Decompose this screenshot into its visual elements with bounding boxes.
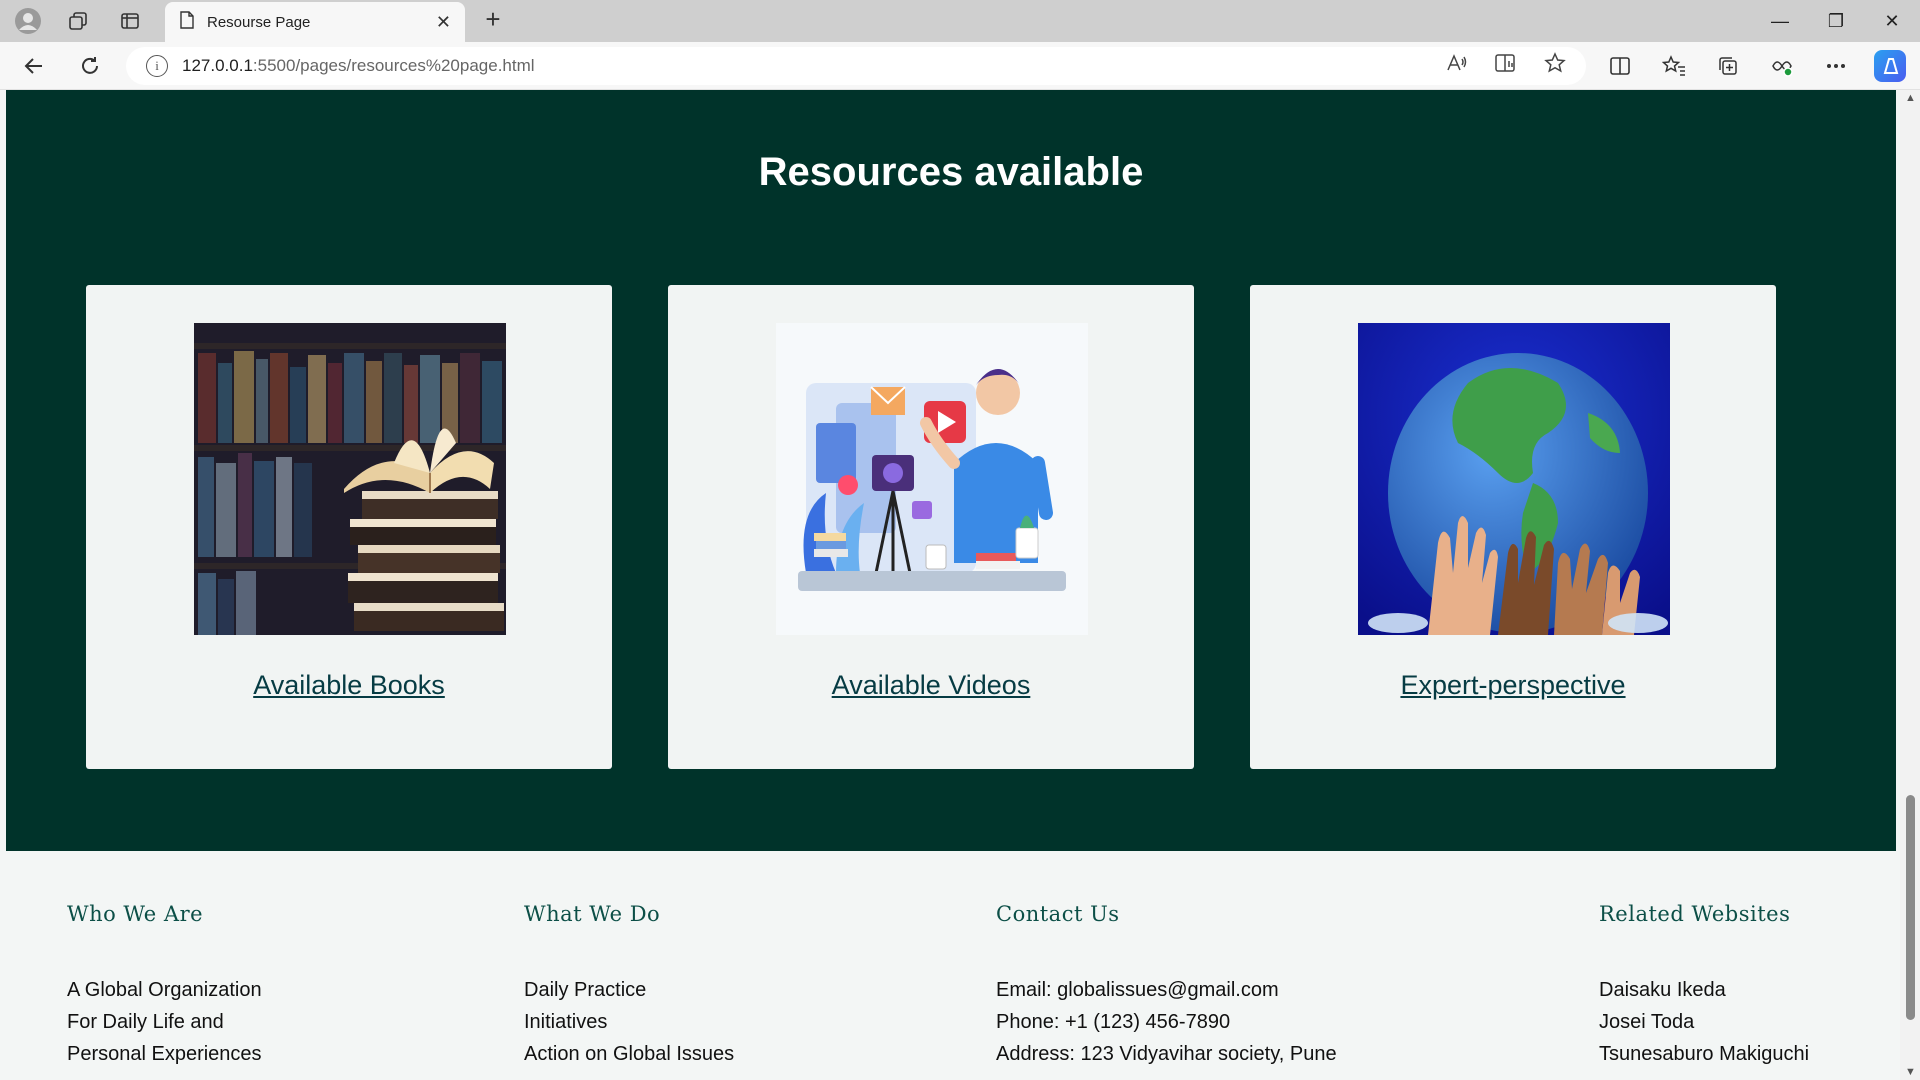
footer-who-we-are: Who We Are A Global Organization For Dai… <box>67 902 262 1070</box>
available-videos-link[interactable]: Available Videos <box>668 670 1194 701</box>
more-icon[interactable] <box>1820 50 1852 82</box>
back-icon[interactable] <box>18 50 50 82</box>
footer-link[interactable]: Tsunesaburo Makiguchi <box>1599 1038 1809 1070</box>
expert-perspective-link[interactable]: Expert-perspective <box>1250 670 1776 701</box>
collections-icon[interactable] <box>1712 50 1744 82</box>
footer-heading: Who We Are <box>67 902 204 926</box>
footer-link[interactable]: Daisaku Ikeda <box>1599 974 1809 1006</box>
footer-email[interactable]: Email: globalissues@gmail.com <box>996 974 1337 1006</box>
split-screen-icon[interactable] <box>1604 50 1636 82</box>
scroll-thumb[interactable] <box>1906 795 1915 1020</box>
footer-item: Personal Experiences <box>67 1043 262 1065</box>
footer-what-we-do: What We Do Daily Practice Initiatives Ac… <box>524 902 734 1070</box>
footer-heading: Contact Us <box>996 902 1120 926</box>
footer-item[interactable]: Action on Global Issues <box>524 1038 734 1070</box>
favorites-icon[interactable] <box>1658 50 1690 82</box>
scroll-up-arrow[interactable]: ▲ <box>1905 92 1916 104</box>
restore-button[interactable]: ❐ <box>1808 0 1864 42</box>
active-tab[interactable]: Resourse Page ✕ <box>165 2 465 42</box>
resource-card-expert: Expert-perspective <box>1250 285 1776 769</box>
footer-contact-us: Contact Us Email: globalissues@gmail.com… <box>996 902 1337 1070</box>
tab-actions-icon[interactable] <box>108 0 152 42</box>
url-text[interactable]: 127.0.0.1:5500/pages/resources%20page.ht… <box>182 56 535 76</box>
browser-address-bar: i 127.0.0.1:5500/pages/resources%20page.… <box>0 42 1920 90</box>
page-scrollbar[interactable]: ▲ ▼ <box>1900 90 1920 1080</box>
resources-title: Resources available <box>758 150 1144 194</box>
available-books-link[interactable]: Available Books <box>86 670 612 701</box>
footer-item: For Daily Life and <box>67 1011 224 1033</box>
workspaces-icon[interactable] <box>56 0 100 42</box>
footer-item[interactable]: Initiatives <box>524 1006 734 1038</box>
footer-phone: Phone: +1 (123) 456-7890 <box>996 1011 1231 1033</box>
new-tab-button[interactable]: + <box>478 4 508 35</box>
page-viewport: Resources available Available Books Avai… <box>0 90 1920 1080</box>
footer-link[interactable]: Josei Toda <box>1599 1006 1809 1038</box>
books-image[interactable] <box>194 323 506 635</box>
globe-hands-image[interactable] <box>1358 323 1670 635</box>
info-icon[interactable]: i <box>146 55 168 77</box>
footer-item[interactable]: Daily Practice <box>524 974 734 1006</box>
resources-section: Resources available Available Books Avai… <box>6 90 1896 851</box>
copilot-icon[interactable] <box>1874 50 1906 82</box>
browser-essentials-icon[interactable] <box>1766 50 1798 82</box>
footer-heading: Related Websites <box>1599 902 1791 926</box>
page-icon <box>179 10 195 34</box>
refresh-icon[interactable] <box>74 50 106 82</box>
footer-heading: What We Do <box>524 902 661 926</box>
browser-tab-bar: Resourse Page ✕ + — ❐ ✕ <box>0 0 1920 42</box>
read-aloud-icon[interactable] <box>1446 53 1468 79</box>
close-window-button[interactable]: ✕ <box>1864 0 1920 42</box>
browser-toolbar <box>1604 50 1906 82</box>
footer-related-websites: Related Websites Daisaku Ikeda Josei Tod… <box>1599 902 1809 1070</box>
resource-card-videos: Available Videos <box>668 285 1194 769</box>
window-controls: — ❐ ✕ <box>1752 0 1920 42</box>
footer-address: Address: 123 Vidyavihar society, Pune <box>996 1043 1337 1065</box>
resource-card-books: Available Books <box>86 285 612 769</box>
scroll-down-arrow[interactable]: ▼ <box>1905 1066 1916 1078</box>
url-bar[interactable]: i 127.0.0.1:5500/pages/resources%20page.… <box>126 47 1586 85</box>
tab-close-icon[interactable]: ✕ <box>436 12 451 33</box>
profile-icon[interactable] <box>6 0 50 42</box>
minimize-button[interactable]: — <box>1752 0 1808 42</box>
tab-title: Resourse Page <box>207 13 311 31</box>
videos-image[interactable] <box>776 323 1088 635</box>
footer-item: A Global Organization <box>67 979 262 1001</box>
url-actions <box>1446 47 1566 85</box>
favorite-star-icon[interactable] <box>1544 52 1566 80</box>
immersive-reader-icon[interactable] <box>1494 53 1518 79</box>
